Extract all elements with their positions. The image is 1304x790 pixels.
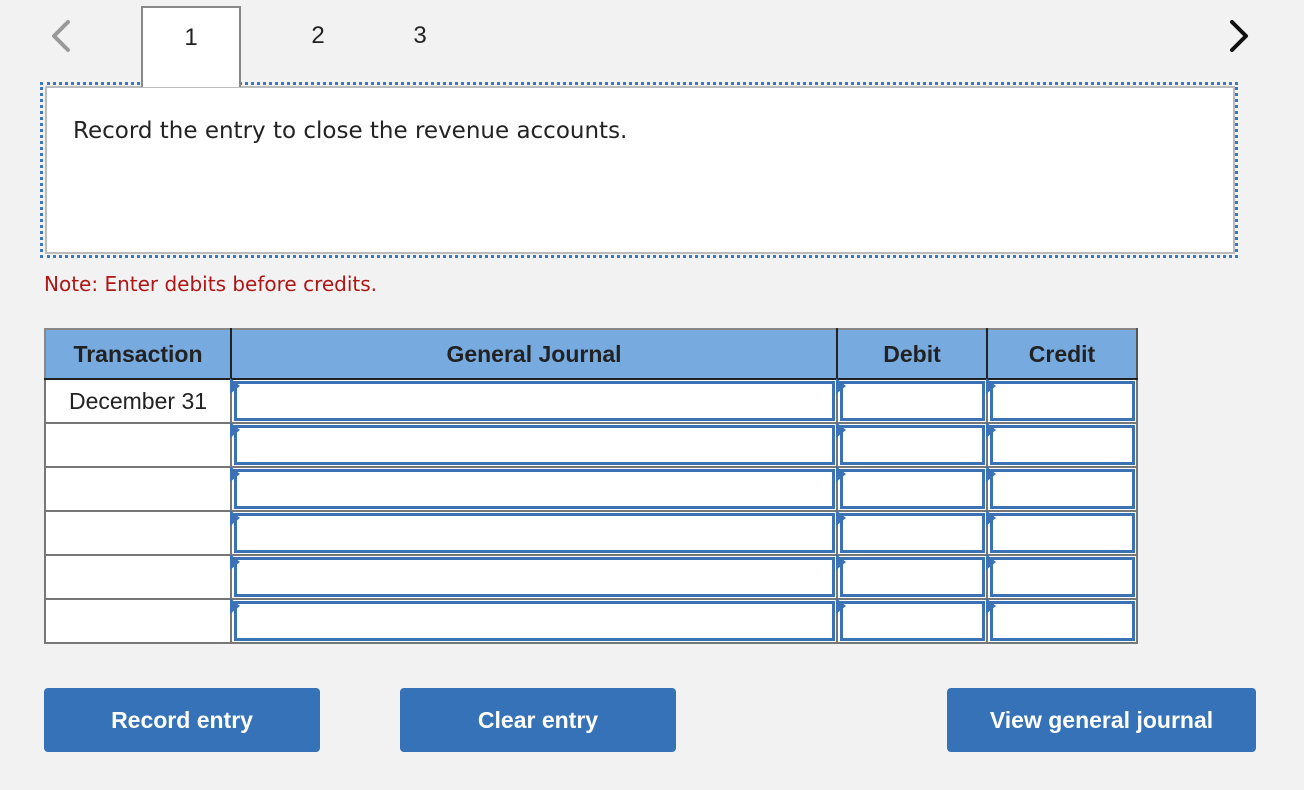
journal-row [44,554,1138,600]
dropdown-marker-icon [836,554,846,570]
journal-row [44,422,1138,468]
transaction-cell [44,510,232,556]
transaction-cell [44,422,232,468]
debit-input[interactable] [840,601,985,641]
tab-3[interactable]: 3 [370,6,470,86]
account-input[interactable] [234,469,835,509]
account-cell [230,598,838,644]
chevron-left-icon[interactable] [46,18,80,54]
debit-cell [836,598,988,644]
credit-cell [986,422,1138,468]
tab-2[interactable]: 2 [268,6,368,86]
dropdown-marker-icon [986,554,996,570]
transaction-cell [44,598,232,644]
credit-cell [986,510,1138,556]
account-cell [230,510,838,556]
debit-input[interactable] [840,513,985,553]
journal-row [44,598,1138,644]
chevron-right-icon[interactable] [1222,18,1256,54]
dropdown-marker-icon [836,466,846,482]
debit-cell [836,510,988,556]
debit-input[interactable] [840,469,985,509]
dropdown-marker-icon [986,466,996,482]
tab-1[interactable]: 1 [141,6,241,87]
dropdown-marker-icon [836,598,846,614]
dropdown-marker-icon [836,422,846,438]
dropdown-marker-icon [230,422,240,438]
transaction-cell: December 31 [44,378,232,424]
account-input[interactable] [234,381,835,421]
credit-input[interactable] [990,425,1135,465]
dropdown-marker-icon [986,422,996,438]
account-input[interactable] [234,601,835,641]
dropdown-marker-icon [986,510,996,526]
debit-input[interactable] [840,381,985,421]
dropdown-marker-icon [230,510,240,526]
header-credit: Credit [986,328,1138,380]
account-cell [230,554,838,600]
account-input[interactable] [234,513,835,553]
transaction-cell [44,466,232,512]
dropdown-marker-icon [836,378,846,394]
header-general-journal: General Journal [230,328,838,380]
journal-row [44,510,1138,556]
question-prompt: Record the entry to close the revenue ac… [73,118,628,144]
dropdown-marker-icon [986,598,996,614]
header-debit: Debit [836,328,988,380]
account-cell [230,466,838,512]
credit-cell [986,554,1138,600]
dropdown-marker-icon [230,466,240,482]
credit-input[interactable] [990,513,1135,553]
credit-cell [986,378,1138,424]
credit-input[interactable] [990,469,1135,509]
credit-cell [986,598,1138,644]
credit-input[interactable] [990,601,1135,641]
clear-entry-button[interactable]: Clear entry [400,688,676,752]
dropdown-marker-icon [230,378,240,394]
view-general-journal-button[interactable]: View general journal [947,688,1256,752]
account-input[interactable] [234,425,835,465]
dropdown-marker-icon [986,378,996,394]
credit-cell [986,466,1138,512]
journal-row: December 31 [44,378,1138,424]
debit-cell [836,466,988,512]
debit-input[interactable] [840,425,985,465]
account-input[interactable] [234,557,835,597]
dropdown-marker-icon [836,510,846,526]
credit-input[interactable] [990,381,1135,421]
record-entry-button[interactable]: Record entry [44,688,320,752]
header-transaction: Transaction [44,328,232,380]
debit-cell [836,422,988,468]
debit-input[interactable] [840,557,985,597]
journal-header-row: Transaction General Journal Debit Credit [44,328,1138,380]
instruction-note: Note: Enter debits before credits. [44,272,378,296]
account-cell [230,378,838,424]
journal-row [44,466,1138,512]
journal-table: Transaction General Journal Debit Credit… [44,328,1138,644]
credit-input[interactable] [990,557,1135,597]
account-cell [230,422,838,468]
transaction-cell [44,554,232,600]
debit-cell [836,378,988,424]
dropdown-marker-icon [230,554,240,570]
question-panel: Record the entry to close the revenue ac… [45,86,1235,254]
dropdown-marker-icon [230,598,240,614]
debit-cell [836,554,988,600]
